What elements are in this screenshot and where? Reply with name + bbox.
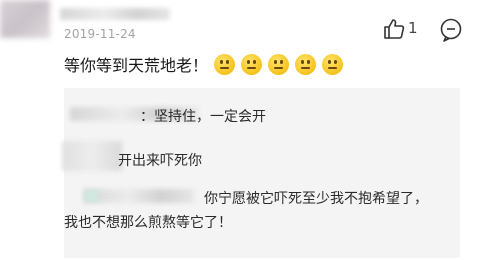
reply-author-redacted[interactable]	[84, 189, 194, 203]
neutral-face-icon	[214, 53, 236, 75]
neutral-face-icon	[322, 53, 344, 75]
like-count: 1	[408, 19, 418, 37]
comment-timestamp: 2019-11-24	[64, 27, 136, 41]
comment-bubble-icon	[440, 18, 462, 42]
reply-text-continued: 我也不想那么煎熬等它了！	[64, 215, 232, 231]
emoji-row	[214, 53, 344, 75]
neutral-face-icon	[268, 53, 290, 75]
reply-button[interactable]	[438, 17, 464, 43]
comment-text: 等你等到天荒地老！	[64, 56, 209, 75]
reply-text: 开出来吓死你	[118, 153, 202, 169]
thumbs-up-icon	[384, 19, 405, 39]
username-redacted[interactable]	[60, 8, 170, 20]
reply-text: 你宁愿被它吓死至少我不抱希望了，	[204, 191, 428, 207]
neutral-face-icon	[295, 53, 317, 75]
comment-text-row: 等你等到天荒地老！	[64, 52, 344, 76]
like-button[interactable]	[382, 17, 406, 41]
reply-author-redacted	[84, 190, 98, 202]
avatar[interactable]	[0, 0, 50, 38]
reply-text: ：坚持住，一定会开	[140, 109, 266, 125]
reply-author-redacted[interactable]	[62, 141, 122, 171]
neutral-face-icon	[241, 53, 263, 75]
